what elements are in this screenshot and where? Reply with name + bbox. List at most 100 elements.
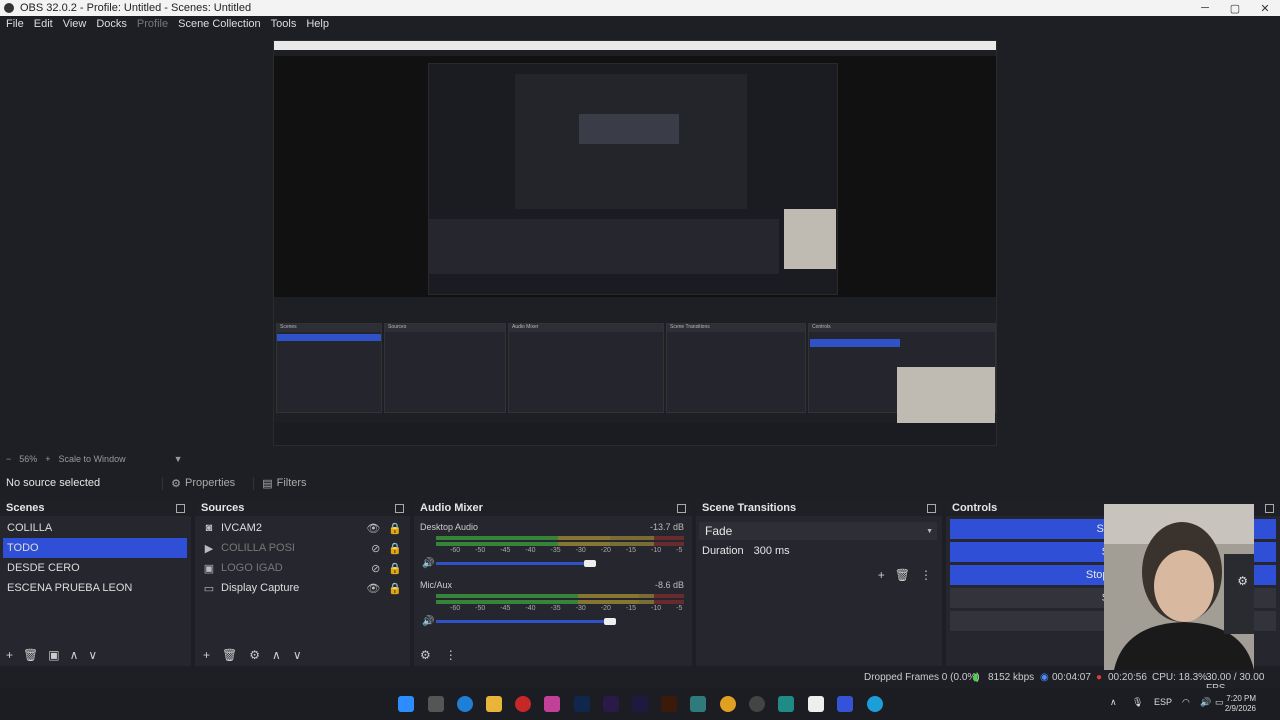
eye-hidden-icon[interactable]: ⊘ bbox=[371, 542, 380, 555]
duration-input[interactable]: 300 ms bbox=[754, 545, 790, 557]
source-item[interactable]: ◙ IVCAM2 👁 🔒 bbox=[195, 518, 410, 538]
illustrator-icon[interactable] bbox=[661, 696, 677, 712]
volume-knob[interactable] bbox=[603, 618, 616, 625]
mic-icon[interactable]: 🎙 bbox=[1132, 697, 1143, 708]
eye-icon[interactable]: 👁 bbox=[366, 582, 380, 595]
premiere-icon[interactable] bbox=[603, 696, 619, 712]
tick-label: -20 bbox=[600, 605, 611, 612]
properties-button[interactable]: ⚙ Properties bbox=[162, 476, 235, 490]
undock-icon[interactable] bbox=[1265, 503, 1274, 513]
source-item[interactable]: ▭ Display Capture 👁 🔒 bbox=[195, 578, 410, 598]
move-up-button[interactable]: ∧ bbox=[70, 648, 79, 662]
scene-item[interactable]: ESCENA PRUEBA LEON bbox=[0, 578, 191, 598]
lock-icon[interactable]: 🔒 bbox=[388, 582, 402, 595]
menu-scene-collection[interactable]: Scene Collection bbox=[178, 18, 261, 30]
undock-icon[interactable] bbox=[176, 503, 185, 513]
volume-slider[interactable] bbox=[436, 618, 616, 625]
volume-slider[interactable] bbox=[436, 560, 596, 567]
source-item[interactable]: ▣ LOGO IGAD ⊘ 🔒 bbox=[195, 558, 410, 578]
speaker-icon[interactable]: 🔊 bbox=[422, 616, 434, 627]
more-icon[interactable]: ⋮ bbox=[920, 568, 932, 582]
taskbar-clock[interactable]: 7:20 PM 2/9/2026 bbox=[1225, 694, 1256, 714]
sources-header: Sources bbox=[195, 500, 410, 516]
capcut-icon[interactable] bbox=[778, 696, 794, 712]
remove-scene-button[interactable]: 🗑 bbox=[23, 648, 38, 662]
more-icon[interactable]: ⋮ bbox=[445, 648, 457, 662]
preview-nested-docks bbox=[429, 219, 779, 274]
add-scene-button[interactable]: + bbox=[6, 648, 13, 662]
clock-date: 2/9/2026 bbox=[1224, 704, 1256, 713]
menu-tools[interactable]: Tools bbox=[271, 18, 297, 30]
folder-icon[interactable] bbox=[486, 696, 502, 712]
status-bar: Dropped Frames 0 (0.0%) ▮ 8152 kbps ◉ 00… bbox=[0, 670, 1280, 694]
menu-help[interactable]: Help bbox=[306, 18, 329, 30]
undock-icon[interactable] bbox=[677, 503, 686, 513]
instagram-icon[interactable] bbox=[544, 696, 560, 712]
zoom-in-button[interactable]: + bbox=[45, 454, 50, 464]
chevron-down-icon[interactable]: ▼ bbox=[174, 454, 183, 464]
menu-profile[interactable]: Profile bbox=[137, 18, 168, 30]
menu-docks[interactable]: Docks bbox=[96, 18, 127, 30]
chevron-up-icon[interactable]: ∧ bbox=[1110, 697, 1117, 708]
volume-knob[interactable] bbox=[583, 560, 596, 567]
lock-icon[interactable]: 🔒 bbox=[388, 562, 402, 575]
source-properties-button[interactable]: ⚙ bbox=[249, 648, 260, 662]
edge-icon[interactable] bbox=[457, 696, 473, 712]
app-icon[interactable] bbox=[690, 696, 706, 712]
add-transition-button[interactable]: + bbox=[878, 568, 885, 582]
minimize-button[interactable]: ─ bbox=[1190, 0, 1220, 16]
chrome-icon[interactable] bbox=[720, 696, 736, 712]
tick-label: -10 bbox=[651, 547, 662, 554]
scene-item[interactable]: DESDE CERO bbox=[0, 558, 191, 578]
obs-icon[interactable] bbox=[749, 696, 765, 712]
battery-icon[interactable]: ▭ bbox=[1215, 697, 1224, 708]
add-source-button[interactable]: + bbox=[203, 648, 210, 662]
preview-nested-titlebar bbox=[274, 41, 996, 50]
move-down-button[interactable]: ∨ bbox=[88, 648, 97, 662]
remove-source-button[interactable]: 🗑 bbox=[222, 648, 237, 662]
scene-filters-button[interactable]: ▣ bbox=[48, 648, 59, 662]
scale-mode-label[interactable]: Scale to Window bbox=[59, 454, 126, 464]
meter-level bbox=[436, 600, 640, 604]
app-icon[interactable] bbox=[808, 696, 824, 712]
lock-icon[interactable]: 🔒 bbox=[388, 542, 402, 555]
speaker-icon[interactable]: 🔊 bbox=[422, 558, 434, 569]
tick-label: -30 bbox=[575, 605, 586, 612]
zoom-out-button[interactable]: − bbox=[6, 454, 11, 464]
preview-nested-webcam bbox=[784, 209, 836, 269]
opera-icon[interactable] bbox=[515, 696, 531, 712]
volume-icon[interactable]: 🔊 bbox=[1200, 697, 1211, 708]
task-view-icon[interactable] bbox=[428, 696, 444, 712]
filters-button[interactable]: ▤ Filters bbox=[253, 476, 307, 490]
undock-icon[interactable] bbox=[395, 503, 404, 513]
after-effects-icon[interactable] bbox=[632, 696, 648, 712]
menu-file[interactable]: File bbox=[6, 18, 24, 30]
menu-view[interactable]: View bbox=[63, 18, 87, 30]
maximize-button[interactable]: ▢ bbox=[1220, 0, 1250, 16]
remove-transition-button[interactable]: 🗑 bbox=[895, 568, 910, 582]
eye-hidden-icon[interactable]: ⊘ bbox=[371, 562, 380, 575]
windows-start-icon[interactable] bbox=[398, 696, 414, 712]
source-item[interactable]: ▶ COLILLA POSI ⊘ 🔒 bbox=[195, 538, 410, 558]
lock-icon[interactable]: 🔒 bbox=[388, 522, 402, 535]
app-icon[interactable] bbox=[867, 696, 883, 712]
wifi-icon[interactable]: ◠ bbox=[1182, 697, 1190, 708]
sources-toolbar: + 🗑 ⚙ ∧ ∨ bbox=[203, 648, 302, 662]
gear-icon[interactable]: ⚙ bbox=[1237, 574, 1248, 588]
eye-icon[interactable]: 👁 bbox=[366, 522, 380, 535]
move-up-button[interactable]: ∧ bbox=[272, 648, 281, 662]
menu-edit[interactable]: Edit bbox=[34, 18, 53, 30]
program-preview[interactable]: Scenes Sources Audio Mixer Scene Transit… bbox=[273, 40, 997, 446]
close-button[interactable]: ✕ bbox=[1250, 0, 1280, 16]
transition-select[interactable]: Fade bbox=[699, 522, 937, 540]
scene-item[interactable]: COLILLA bbox=[0, 518, 191, 538]
advanced-audio-icon[interactable]: ⚙ bbox=[420, 648, 431, 662]
window-controls: ─ ▢ ✕ bbox=[1190, 0, 1280, 16]
language-indicator[interactable]: ESP bbox=[1154, 697, 1172, 707]
move-down-button[interactable]: ∨ bbox=[293, 648, 302, 662]
undock-icon[interactable] bbox=[927, 503, 936, 513]
photoshop-icon[interactable] bbox=[574, 696, 590, 712]
app-icon[interactable] bbox=[837, 696, 853, 712]
scene-item-selected[interactable]: TODO bbox=[3, 538, 187, 558]
duration-label: Duration bbox=[702, 545, 744, 557]
